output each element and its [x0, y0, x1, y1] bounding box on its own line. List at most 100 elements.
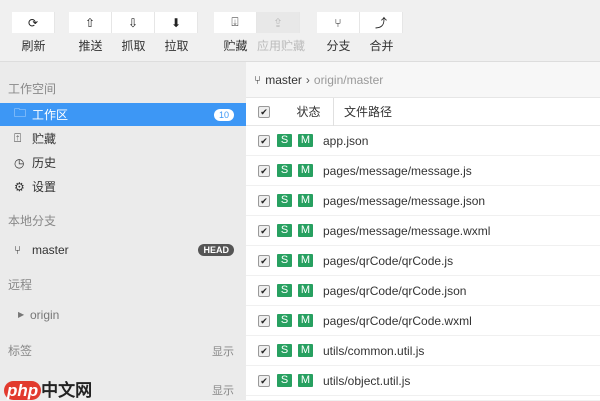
table-row[interactable]: ✔ S Mpages/qrCode/qrCode.js — [246, 246, 600, 276]
sidebar-item-1[interactable]: ⍐ 贮藏 — [0, 127, 246, 150]
modified-badge: M — [298, 224, 313, 237]
sidebar-item-label: 设置 — [32, 180, 57, 194]
gear-icon: ⚙ — [14, 179, 25, 194]
select-all-checkbox[interactable]: ✔ — [258, 105, 270, 118]
sidebar-item-label: 贮藏 — [32, 132, 57, 146]
path-column-header: 文件路径 — [344, 105, 393, 119]
staged-badge: S — [277, 164, 292, 177]
file-checkbox[interactable]: ✔ — [258, 284, 270, 297]
modified-badge: M — [298, 254, 313, 267]
toolbar-button-label: 推送 — [78, 39, 103, 53]
sidebar-item-3[interactable]: ⚙ 设置 — [0, 175, 246, 198]
sidebar-item-label: 历史 — [32, 156, 57, 170]
remote-heading: 远程 — [8, 278, 33, 292]
tags-show-link[interactable]: 显示 — [212, 343, 234, 359]
toolbar-button-label: 分支 — [326, 39, 351, 53]
file-panel: ⑂ master › origin/master ✔ 状态 文件路径 ✔ S Map… — [246, 62, 600, 400]
toolbar-button-label: 抓取 — [121, 39, 146, 53]
table-row[interactable]: ✔ S Mutils/object.util.js — [246, 366, 600, 396]
workspace-heading: 工作空间 — [8, 82, 57, 96]
table-row[interactable]: ✔ S Mutils/common.util.js — [246, 336, 600, 366]
sidebar-item-2[interactable]: ◷ 历史 — [0, 151, 246, 174]
pull-icon: ⬇ — [155, 12, 198, 33]
sidebar-item-0[interactable]: 🗀 工作区 10 — [0, 103, 246, 126]
merge-icon: ⤴ — [360, 12, 403, 33]
table-row[interactable]: ✔ S Mpages/message/message.json — [246, 186, 600, 216]
modified-badge: M — [298, 284, 313, 297]
toolbar-button-6[interactable]: ⑂ 分支 — [317, 12, 360, 54]
table-row[interactable]: ✔ S Mapp.json — [246, 126, 600, 156]
table-row[interactable]: ✔ S Mpages/message/message.js — [246, 156, 600, 186]
toolbar-button-label: 贮藏 — [223, 39, 248, 53]
toolbar-button-label: 合并 — [369, 39, 394, 53]
count-badge: 10 — [213, 108, 234, 121]
staged-badge: S — [277, 284, 292, 297]
section-show-link[interactable]: 显示 — [212, 382, 234, 398]
sidebar-item-label: 工作区 — [32, 108, 69, 122]
toolbar-button-label: 应用贮藏 — [257, 39, 306, 53]
branch-master[interactable]: ⑂ master HEAD — [0, 238, 246, 261]
staged-badge: S — [277, 134, 292, 147]
file-path: pages/message/message.json — [323, 193, 486, 208]
folder-icon: 🗀 — [14, 106, 27, 120]
stash-icon: ⍗ — [214, 12, 257, 33]
toolbar-button-0[interactable]: ⟳ 刷新 — [12, 12, 55, 54]
remote-origin[interactable]: ▶ origin — [0, 303, 246, 326]
local-branches-heading: 本地分支 — [8, 214, 57, 228]
stash-icon: ⍐ — [14, 131, 22, 145]
sidebar: 工作空间 🗀 工作区 10 ⍐ 贮藏 ◷ 历史 ⚙ 设置 本地分支 ⑂ master HEAD … — [0, 62, 246, 400]
remote-name: origin — [30, 307, 60, 322]
file-checkbox[interactable]: ✔ — [258, 254, 270, 267]
file-path: pages/qrCode/qrCode.js — [323, 253, 454, 268]
file-path: pages/message/message.wxml — [323, 223, 491, 238]
tags-heading: 标签 — [8, 344, 33, 358]
file-path: utils/common.util.js — [323, 343, 425, 358]
push-icon: ⇧ — [69, 12, 112, 33]
modified-badge: M — [298, 134, 313, 147]
table-header: ✔ 状态 文件路径 — [246, 97, 600, 126]
toolbar: ⟳ 刷新 ⇧ 推送 ⇩ 抓取 ⬇ 拉取 ⍗ 贮藏 ⇪ 应用贮藏 ⑂ 分支 ⤴ 合并 — [0, 0, 600, 62]
file-path: pages/qrCode/qrCode.wxml — [323, 313, 472, 328]
branch-path: ⑂ master › origin/master — [246, 62, 600, 98]
file-checkbox[interactable]: ✔ — [258, 374, 270, 387]
toolbar-button-2[interactable]: ⇩ 抓取 — [112, 12, 155, 54]
current-branch: master — [265, 72, 302, 87]
table-row[interactable]: ✔ S Mpages/qrCode/qrCode.json — [246, 276, 600, 306]
branch-icon: ⑂ — [254, 72, 262, 87]
apply-stash-icon: ⇪ — [257, 12, 300, 33]
file-checkbox[interactable]: ✔ — [258, 194, 270, 207]
chevron-right-icon: › — [305, 72, 310, 87]
toolbar-button-label: 刷新 — [21, 39, 46, 53]
table-row[interactable]: ✔ S Mpages/message/message.wxml — [246, 216, 600, 246]
toolbar-button-4[interactable]: ⍗ 贮藏 — [214, 12, 257, 54]
refresh-icon: ⟳ — [12, 12, 55, 33]
file-checkbox[interactable]: ✔ — [258, 134, 270, 147]
toolbar-button-label: 拉取 — [164, 39, 189, 53]
file-path: app.json — [323, 133, 369, 148]
staged-badge: S — [277, 224, 292, 237]
upstream-branch: origin/master — [313, 72, 384, 87]
staged-badge: S — [277, 254, 292, 267]
modified-badge: M — [298, 374, 313, 387]
toolbar-button-1[interactable]: ⇧ 推送 — [69, 12, 112, 54]
file-checkbox[interactable]: ✔ — [258, 164, 270, 177]
toolbar-button-7[interactable]: ⤴ 合并 — [360, 12, 403, 54]
file-checkbox[interactable]: ✔ — [258, 224, 270, 237]
history-icon: ◷ — [14, 155, 25, 170]
toolbar-button-3[interactable]: ⬇ 拉取 — [155, 12, 198, 54]
branch-icon: ⑂ — [317, 12, 360, 33]
modified-badge: M — [298, 314, 313, 327]
file-checkbox[interactable]: ✔ — [258, 344, 270, 357]
watermark-logo: php 中文网 — [4, 376, 92, 401]
file-checkbox[interactable]: ✔ — [258, 314, 270, 327]
branch-icon: ⑂ — [14, 242, 22, 257]
table-row[interactable]: ✔ S Mpages/qrCode/qrCode.wxml — [246, 306, 600, 336]
staged-badge: S — [277, 314, 292, 327]
file-path: pages/qrCode/qrCode.json — [323, 283, 467, 298]
branch-name: master — [32, 242, 69, 257]
file-path: utils/object.util.js — [323, 373, 411, 388]
staged-badge: S — [277, 374, 292, 387]
toolbar-button-5[interactable]: ⇪ 应用贮藏 — [257, 12, 306, 54]
head-badge: HEAD — [198, 243, 234, 256]
staged-badge: S — [277, 194, 292, 207]
